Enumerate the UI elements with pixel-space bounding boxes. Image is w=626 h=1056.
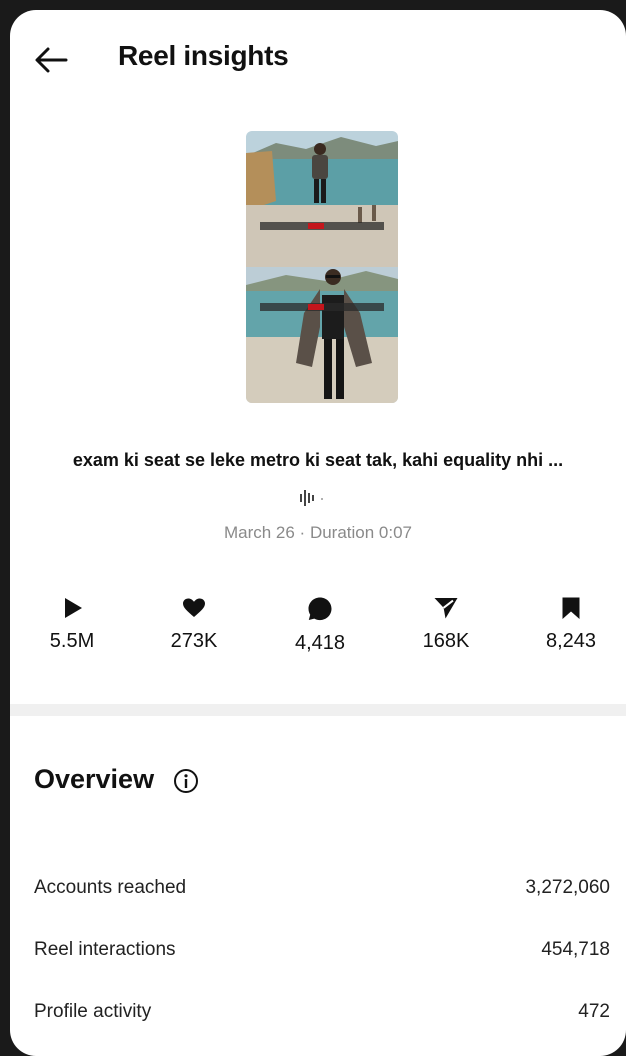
- metric-plays-value: 5.5M: [49, 630, 95, 652]
- row-value: 454,718: [541, 939, 610, 960]
- metric-likes-value: 273K: [170, 630, 218, 652]
- metric-comments-value: 4,418: [294, 632, 346, 654]
- arrow-left-icon: [35, 47, 68, 73]
- row-value: 3,272,060: [525, 877, 610, 898]
- audio-waveform-icon: [290, 488, 330, 508]
- row-label: Accounts reached: [34, 877, 187, 898]
- metric-saves[interactable]: 8,243: [511, 596, 626, 653]
- back-button[interactable]: [32, 40, 72, 80]
- share-icon: [434, 598, 458, 619]
- row-label: Reel interactions: [34, 939, 176, 960]
- metric-saves-value: 8,243: [545, 630, 597, 652]
- header: Reel insights: [10, 10, 626, 110]
- thumbnail-top-frame: [246, 131, 398, 267]
- overview-row-profile-activity[interactable]: Profile activity 472: [34, 1001, 610, 1031]
- metric-comments[interactable]: 4,418: [260, 596, 380, 655]
- overview-row-reel-interactions[interactable]: Reel interactions 454,718: [34, 939, 610, 969]
- heart-icon: [183, 598, 205, 617]
- row-label: Profile activity: [34, 1001, 152, 1022]
- play-icon: [65, 598, 82, 618]
- section-divider: [10, 704, 626, 716]
- comment-icon: [308, 597, 332, 621]
- bookmark-icon: [562, 597, 580, 619]
- metric-shares-value: 168K: [422, 630, 470, 652]
- page-title: Reel insights: [118, 40, 289, 71]
- reel-thumbnail[interactable]: [246, 131, 398, 403]
- overview-row-accounts-reached[interactable]: Accounts reached 3,272,060: [34, 877, 610, 907]
- row-value: 472: [578, 1001, 610, 1022]
- thumbnail-bottom-frame: [246, 267, 398, 403]
- info-icon[interactable]: [172, 767, 200, 795]
- metric-plays[interactable]: 5.5M: [12, 596, 132, 653]
- reel-meta: March 26 · Duration 0:07: [223, 523, 413, 542]
- metric-shares[interactable]: 168K: [386, 596, 506, 653]
- reel-caption: exam ki seat se leke metro ki seat tak, …: [72, 450, 564, 470]
- metric-likes[interactable]: 273K: [134, 596, 254, 653]
- overview-title: Overview: [34, 764, 155, 794]
- screen: Reel insights exam ki seat se leke metro…: [10, 10, 626, 1056]
